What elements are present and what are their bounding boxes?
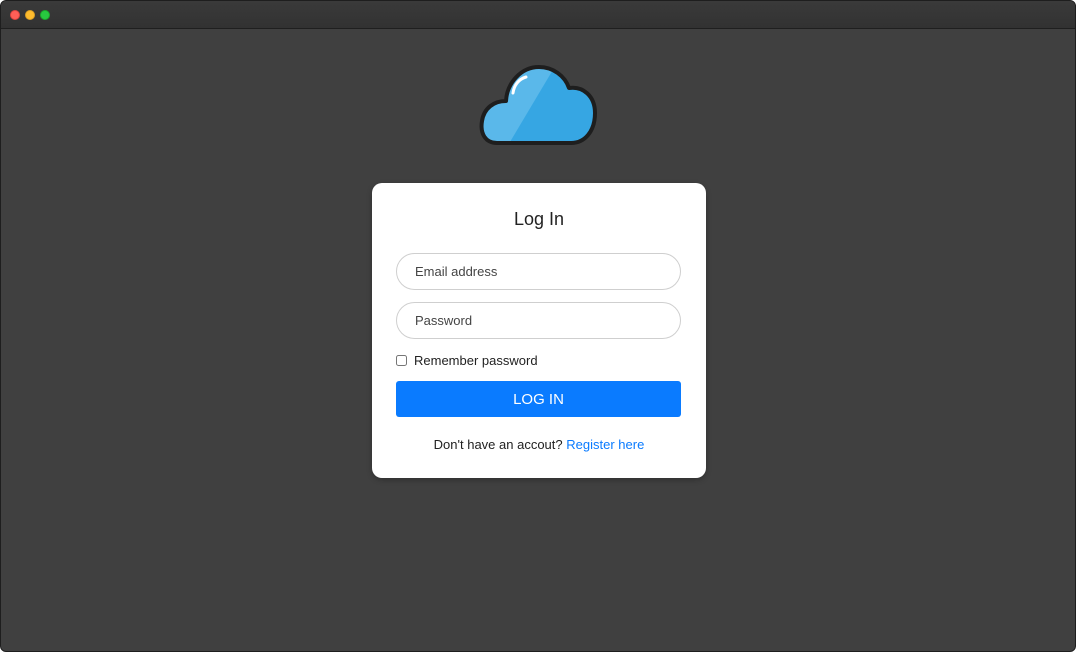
remember-password-label: Remember password [414,352,538,368]
login-button[interactable]: LOG IN [396,381,681,417]
register-prompt-line: Don't have an accout? Register here [372,437,706,452]
cloud-icon [479,65,597,145]
zoom-window-button[interactable] [40,10,50,20]
register-link[interactable]: Register here [566,437,644,452]
login-card: Log In Remember password LOG IN Don't ha… [372,183,706,478]
login-title: Log In [513,209,565,229]
password-field[interactable] [396,302,681,339]
minimize-window-button[interactable] [25,10,35,20]
email-field[interactable] [396,253,681,290]
register-prompt-text: Don't have an accout? [433,437,563,452]
remember-password-checkbox[interactable] [396,354,407,366]
title-bar [1,1,1075,29]
close-window-button[interactable] [10,10,20,20]
remember-password-option[interactable]: Remember password [396,352,538,368]
app-window: Log In Remember password LOG IN Don't ha… [0,0,1076,652]
